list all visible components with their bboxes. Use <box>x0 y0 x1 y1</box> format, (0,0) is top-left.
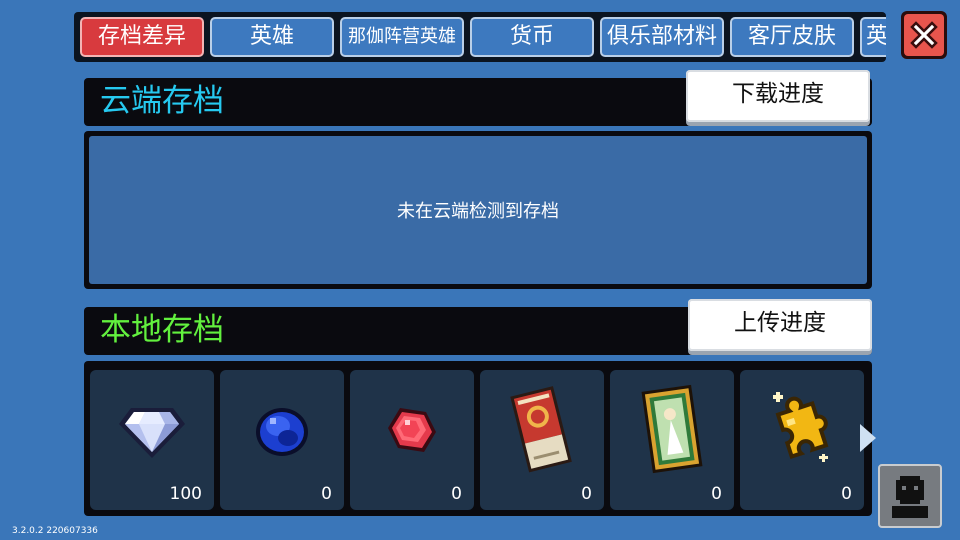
item-slot-sapphire[interactable]: 0 <box>220 370 344 510</box>
ticket-icon <box>510 386 572 473</box>
item-count: 0 <box>451 484 462 504</box>
cloud-empty-message: 未在云端检测到存档 <box>397 201 559 222</box>
tarot-card-icon <box>641 384 703 474</box>
tab-club-materials[interactable]: 俱乐部材料 <box>600 17 724 57</box>
scroll-right-arrow-icon[interactable] <box>860 424 876 452</box>
item-slot-puzzle-piece[interactable]: 0 <box>740 370 864 510</box>
cloud-save-title: 云端存档 <box>100 83 224 119</box>
item-count: 0 <box>581 484 592 504</box>
upload-progress-button[interactable]: 上传进度 <box>688 299 872 351</box>
item-count: 100 <box>169 484 202 504</box>
tab-naga-heroes[interactable]: 那伽阵营英雄 <box>340 17 464 57</box>
gold-puzzle-piece-icon <box>773 392 829 462</box>
close-icon <box>910 21 938 49</box>
tab-currency[interactable]: 货币 <box>470 17 594 57</box>
item-slot-ticket[interactable]: 0 <box>480 370 604 510</box>
tab-bar: 存档差异 英雄 那伽阵营英雄 货币 俱乐部材料 客厅皮肤 英 <box>74 12 886 62</box>
item-count: 0 <box>841 484 852 504</box>
item-slot-ruby[interactable]: 0 <box>350 370 474 510</box>
red-ruby-icon <box>388 408 436 452</box>
profile-avatar-button[interactable] <box>878 464 942 528</box>
item-count: 0 <box>321 484 332 504</box>
item-count: 0 <box>711 484 722 504</box>
item-slot-diamond[interactable]: 100 <box>90 370 214 510</box>
cloud-save-panel: 未在云端检测到存档 <box>84 131 872 289</box>
tab-save-diff[interactable]: 存档差异 <box>80 17 204 57</box>
tab-heroes-partial[interactable]: 英 <box>860 17 886 57</box>
close-button[interactable] <box>901 11 947 59</box>
tab-heroes[interactable]: 英雄 <box>210 17 334 57</box>
local-save-title: 本地存档 <box>100 312 224 348</box>
item-slot-tarot-card[interactable]: 0 <box>610 370 734 510</box>
version-label: 3.2.0.2 220607336 <box>12 526 98 536</box>
avatar-silhouette-icon <box>892 476 928 518</box>
blue-sapphire-icon <box>256 408 308 456</box>
download-progress-button[interactable]: 下载进度 <box>686 70 870 122</box>
diamond-gem-icon <box>119 408 185 458</box>
tab-lounge-skins[interactable]: 客厅皮肤 <box>730 17 854 57</box>
